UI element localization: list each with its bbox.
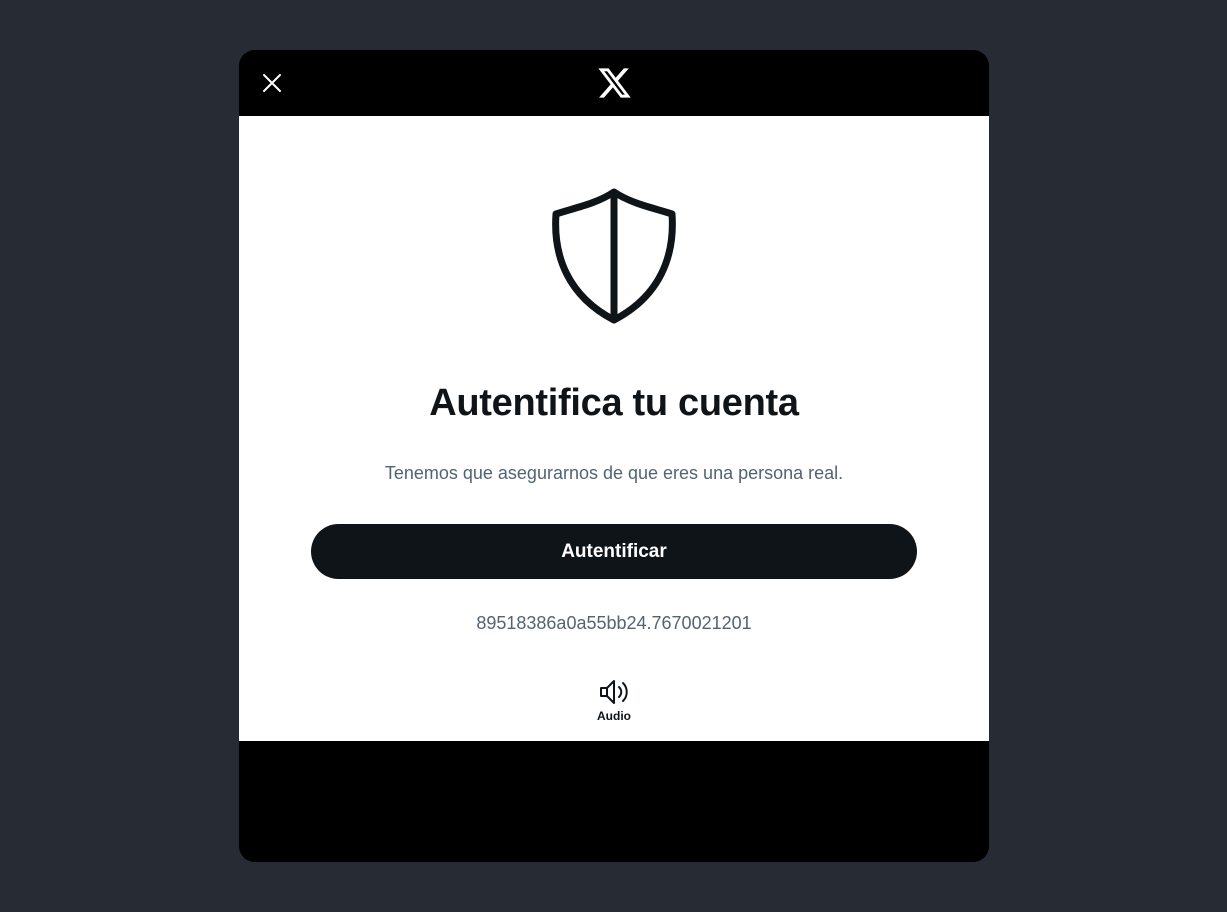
close-button[interactable] [255, 66, 289, 100]
audio-button[interactable]: Audio [584, 678, 644, 730]
subtitle: Tenemos que asegurarnos de que eres una … [384, 463, 844, 483]
authenticate-button-label: Autentificar [561, 540, 667, 562]
shield-icon [552, 188, 676, 324]
modal-body: Autentifica tu cuenta Tenemos que asegur… [239, 116, 989, 741]
session-id: 89518386a0a55bb24.7670021201 [476, 613, 752, 633]
audio-label: Audio [597, 709, 631, 723]
authenticate-button[interactable]: Autentificar [311, 524, 917, 579]
speaker-icon [600, 680, 628, 704]
modal-header [239, 50, 989, 116]
modal-footer [239, 741, 989, 862]
x-logo-icon [598, 68, 631, 98]
close-icon [263, 74, 281, 92]
page-title: Autentifica tu cuenta [429, 382, 799, 424]
auth-modal: Autentifica tu cuenta Tenemos que asegur… [239, 50, 989, 862]
